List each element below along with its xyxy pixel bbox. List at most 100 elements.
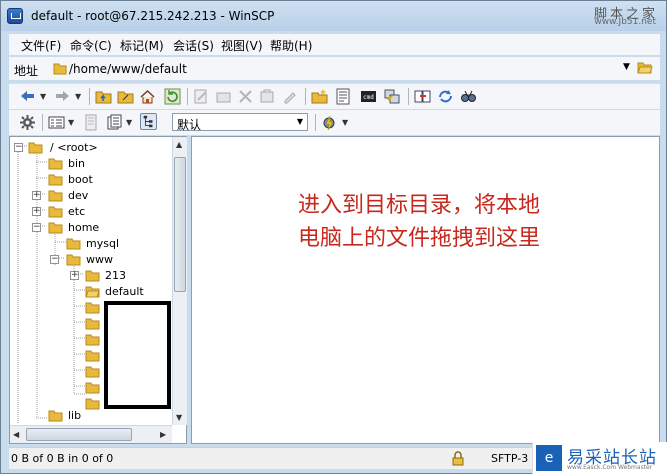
folder-icon: [48, 410, 63, 422]
view-dropdown-icon[interactable]: ▼: [68, 118, 74, 127]
tree-node-boot[interactable]: boot: [10, 172, 170, 188]
transfer-status: 0 B of 0 B in 0 of 0: [11, 452, 114, 465]
delete-icon[interactable]: [237, 88, 254, 105]
tree-node-label: default: [105, 285, 144, 298]
tree-node-www[interactable]: − www: [10, 252, 170, 268]
title-bar[interactable]: default - root@67.215.242.213 - WinSCP 脚…: [1, 1, 666, 31]
collapse-icon[interactable]: −: [50, 255, 59, 264]
filter-icon[interactable]: [83, 114, 100, 131]
menu-bar: 文件(F) 命令(C) 标记(M) 会话(S) 视图(V) 帮助(H): [9, 34, 660, 55]
winscp-app-icon: [7, 8, 23, 24]
tree-node-label: dev: [68, 189, 89, 202]
toolbar-options: ▼ ▼ 默认 ▼ ▼: [9, 110, 660, 135]
menu-view[interactable]: 视图(V): [221, 37, 263, 54]
view-style-icon[interactable]: [48, 114, 65, 131]
add-bookmark-icon[interactable]: [335, 88, 352, 105]
collapse-icon[interactable]: −: [32, 223, 41, 232]
scrollbar-thumb[interactable]: [26, 428, 132, 441]
tree-node-lib[interactable]: lib: [10, 408, 170, 424]
watermark-line2: www.Jb51.net: [594, 17, 656, 27]
scroll-left-icon[interactable]: ◀: [13, 430, 19, 439]
tree-node-root[interactable]: − / <root>: [10, 140, 170, 156]
toolbar-separator: [187, 88, 188, 105]
back-dropdown-icon[interactable]: ▼: [40, 92, 46, 101]
putty-icon[interactable]: [384, 88, 401, 105]
clipboard-dropdown-icon[interactable]: ▼: [126, 118, 132, 127]
protocol-label: SFTP-3: [491, 452, 529, 465]
edit-icon[interactable]: [193, 88, 210, 105]
remote-directory-tree[interactable]: − / <root> bin boot + dev + etc − home m…: [9, 136, 187, 444]
expand-icon[interactable]: +: [32, 191, 41, 200]
remote-file-list[interactable]: 进入到目标目录，将本地 电脑上的文件拖拽到这里: [191, 136, 660, 444]
forward-dropdown-icon[interactable]: ▼: [75, 92, 81, 101]
annotation-text: 进入到目标目录，将本地 电脑上的文件拖拽到这里: [298, 189, 628, 255]
lock-icon: [452, 451, 464, 466]
preset-select-value: 默认: [177, 118, 202, 132]
address-bar: 地址 /home/www/default ▼: [9, 57, 660, 80]
menu-command[interactable]: 命令(C): [70, 37, 112, 54]
tree-node-bin[interactable]: bin: [10, 156, 170, 172]
parent-folder-icon[interactable]: [95, 88, 112, 105]
folder-icon: [48, 174, 63, 186]
preset-select[interactable]: 默认 ▼: [172, 113, 308, 132]
open-folder-icon[interactable]: [637, 60, 653, 75]
toolbar-separator: [408, 88, 409, 105]
scroll-down-icon[interactable]: ▼: [176, 413, 182, 422]
new-folder-icon[interactable]: [311, 88, 328, 105]
folder-icon: [48, 190, 63, 202]
folder-icon: [48, 222, 63, 234]
menu-help[interactable]: 帮助(H): [270, 37, 312, 54]
gear-icon[interactable]: [19, 114, 36, 131]
tree-node-label: mysql: [86, 237, 119, 250]
find-files-icon[interactable]: [460, 88, 477, 105]
tree-view-icon[interactable]: [140, 113, 157, 130]
expand-icon[interactable]: +: [32, 207, 41, 216]
tree-vertical-scrollbar[interactable]: ▲ ▼: [172, 137, 187, 425]
scrollbar-thumb[interactable]: [174, 157, 186, 292]
folder-icon: [48, 206, 63, 218]
forward-arrow-icon[interactable]: [54, 88, 71, 105]
properties-icon[interactable]: [259, 88, 276, 105]
rename-icon[interactable]: [281, 88, 298, 105]
tree-node-label: 213: [105, 269, 126, 282]
tree-node-mysql[interactable]: mysql: [10, 236, 170, 252]
tree-node-dev[interactable]: + dev: [10, 188, 170, 204]
svg-text:cmd: cmd: [363, 94, 374, 101]
back-arrow-icon[interactable]: [19, 88, 36, 105]
tree-node-label: boot: [68, 173, 93, 186]
open-folder-icon: [85, 286, 100, 298]
annotation-line1: 进入到目标目录，将本地: [298, 193, 541, 218]
winscp-window: default - root@67.215.242.213 - WinSCP 脚…: [0, 0, 667, 474]
clipboard-icon[interactable]: [106, 114, 123, 131]
console-icon[interactable]: cmd: [360, 88, 377, 105]
menu-mark[interactable]: 标记(M): [120, 37, 164, 54]
toolbar-separator: [89, 88, 90, 105]
scroll-up-icon[interactable]: ▲: [176, 140, 182, 149]
transfer-settings-icon[interactable]: [321, 114, 338, 131]
expand-icon[interactable]: +: [70, 271, 79, 280]
root-folder-icon[interactable]: [117, 88, 134, 105]
folder-icon: [53, 63, 67, 75]
address-path[interactable]: /home/www/default: [69, 62, 187, 76]
tree-node-home[interactable]: − home: [10, 220, 170, 236]
transfer-dropdown-icon[interactable]: ▼: [342, 118, 348, 127]
chevron-down-icon[interactable]: ▼: [623, 62, 630, 72]
scroll-right-icon[interactable]: ▶: [160, 430, 166, 439]
tree-horizontal-scrollbar[interactable]: ◀ ▶: [10, 425, 172, 443]
address-label: 地址: [14, 64, 39, 78]
tree-node-213[interactable]: + 213: [10, 268, 170, 284]
annotation-line2: 电脑上的文件拖拽到这里: [298, 226, 541, 251]
collapse-icon[interactable]: −: [14, 143, 23, 152]
tree-node-label: bin: [68, 157, 86, 170]
folder-icon: [28, 142, 43, 154]
home-icon[interactable]: [139, 88, 156, 105]
toolbar-separator: [42, 114, 43, 131]
refresh-icon[interactable]: [164, 88, 181, 105]
menu-file[interactable]: 文件(F): [21, 37, 61, 54]
menu-session[interactable]: 会话(S): [173, 37, 214, 54]
compare-directories-icon[interactable]: [414, 88, 431, 105]
open-icon[interactable]: [215, 88, 232, 105]
tree-node-etc[interactable]: + etc: [10, 204, 170, 220]
synchronize-icon[interactable]: [437, 88, 454, 105]
tree-node-default[interactable]: default: [10, 284, 170, 300]
